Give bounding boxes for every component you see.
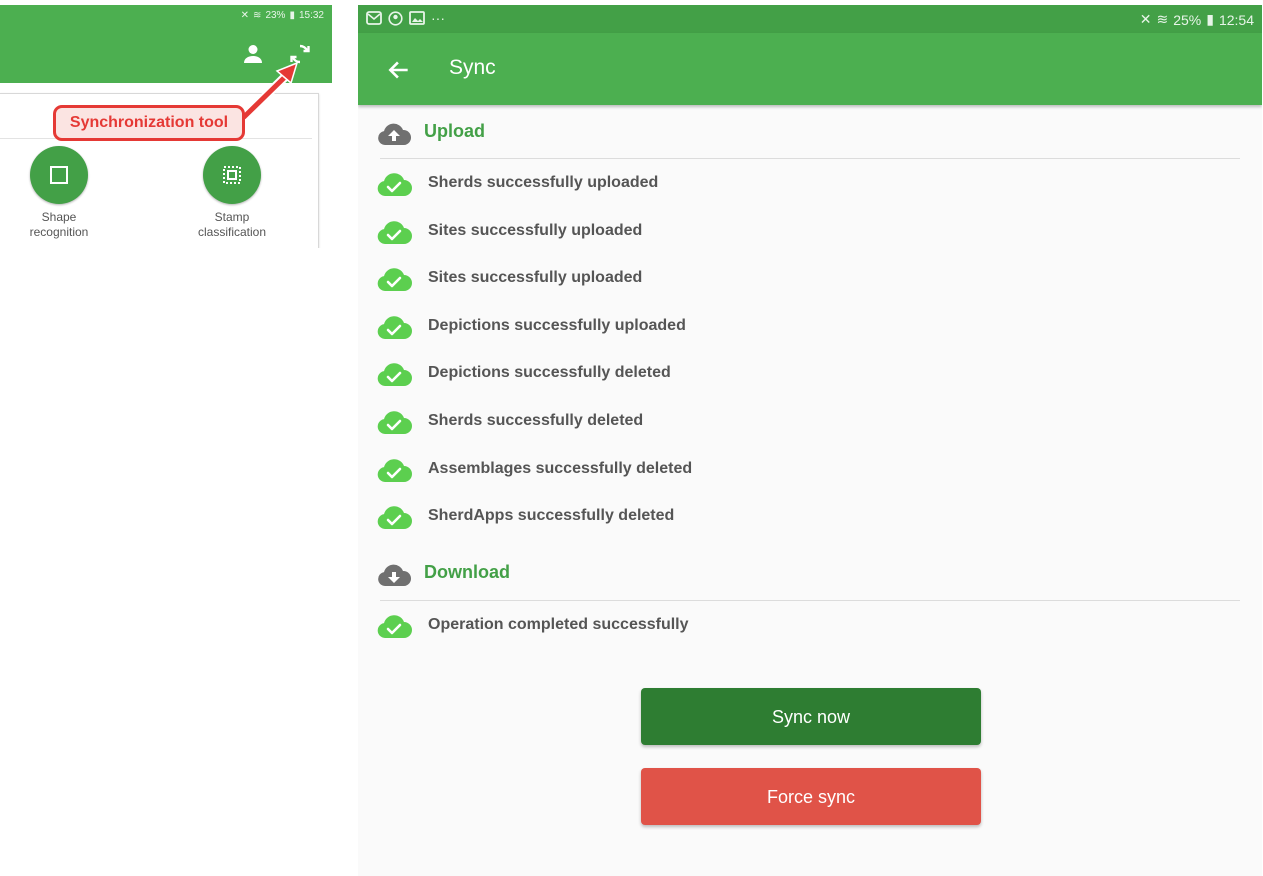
status-row: Sites successfully uploaded xyxy=(376,214,1236,250)
battery-percent: 25% xyxy=(1173,11,1202,28)
battery-icon: ▮ xyxy=(1206,11,1214,27)
cloud-upload-icon xyxy=(378,123,412,145)
cloud-check-icon xyxy=(377,363,412,387)
divider xyxy=(380,600,1240,601)
status-row: Sherds successfully deleted xyxy=(376,404,1236,440)
sync-screen: ··· ✕ ≋ 25% ▮ 12:54 Sync Upload Sherds s… xyxy=(358,5,1262,876)
status-bar: ··· ✕ ≋ 25% ▮ 12:54 xyxy=(358,5,1262,33)
status-text: Depictions successfully uploaded xyxy=(428,316,686,334)
force-sync-button[interactable]: Force sync xyxy=(641,768,981,825)
page-title: Sync xyxy=(449,56,496,79)
status-row: Assemblages successfully deleted xyxy=(376,452,1236,488)
sync-now-button[interactable]: Sync now xyxy=(641,688,981,745)
upload-section-header: Upload xyxy=(376,119,1236,149)
cloud-check-icon xyxy=(377,411,412,434)
cloud-check-icon xyxy=(377,268,412,292)
mail-icon xyxy=(366,11,382,25)
callout-label: Synchronization tool xyxy=(53,105,245,141)
status-row: Operation completed successfully xyxy=(376,608,1236,644)
wifi-icon: ≋ xyxy=(1156,11,1169,27)
download-section-header: Download xyxy=(376,560,1236,590)
cloud-check-icon xyxy=(377,458,412,482)
upload-title: Upload xyxy=(424,121,485,141)
status-text: Sites successfully uploaded xyxy=(428,269,643,287)
divider xyxy=(380,158,1240,159)
left-screenshot: ✕ ≋ 23% ▮ 15:32 Shape recognition Stamp … xyxy=(0,5,332,248)
account-icon xyxy=(388,10,403,26)
back-arrow-icon[interactable] xyxy=(386,57,412,83)
status-text: Operation completed successfully xyxy=(428,616,689,633)
status-text: Assemblages successfully deleted xyxy=(428,459,693,477)
status-text: Sherds successfully deleted xyxy=(428,412,644,429)
cloud-check-icon xyxy=(377,220,412,244)
image-icon xyxy=(409,11,425,25)
status-text: Sherds successfully uploaded xyxy=(428,174,659,191)
app-bar: Sync xyxy=(358,33,1262,105)
status-row: Sites successfully uploaded xyxy=(376,261,1236,297)
status-text: Depictions successfully deleted xyxy=(428,364,671,382)
cloud-check-icon xyxy=(377,173,412,196)
download-title: Download xyxy=(424,562,510,582)
cloud-download-icon xyxy=(378,564,412,586)
status-row: SherdApps successfully deleted xyxy=(376,499,1236,535)
clock: 12:54 xyxy=(1218,11,1254,28)
status-text: Sites successfully uploaded xyxy=(428,221,643,239)
status-row: Depictions successfully uploaded xyxy=(376,309,1236,345)
status-row: Depictions successfully deleted xyxy=(376,356,1236,392)
cloud-check-icon xyxy=(377,315,412,339)
mute-icon: ✕ xyxy=(1139,11,1152,27)
status-row: Sherds successfully uploaded xyxy=(376,166,1236,202)
cloud-check-icon xyxy=(377,615,412,638)
status-text: SherdApps successfully deleted xyxy=(428,507,675,525)
overflow-dots: ··· xyxy=(431,10,445,26)
cloud-check-icon xyxy=(377,506,412,530)
